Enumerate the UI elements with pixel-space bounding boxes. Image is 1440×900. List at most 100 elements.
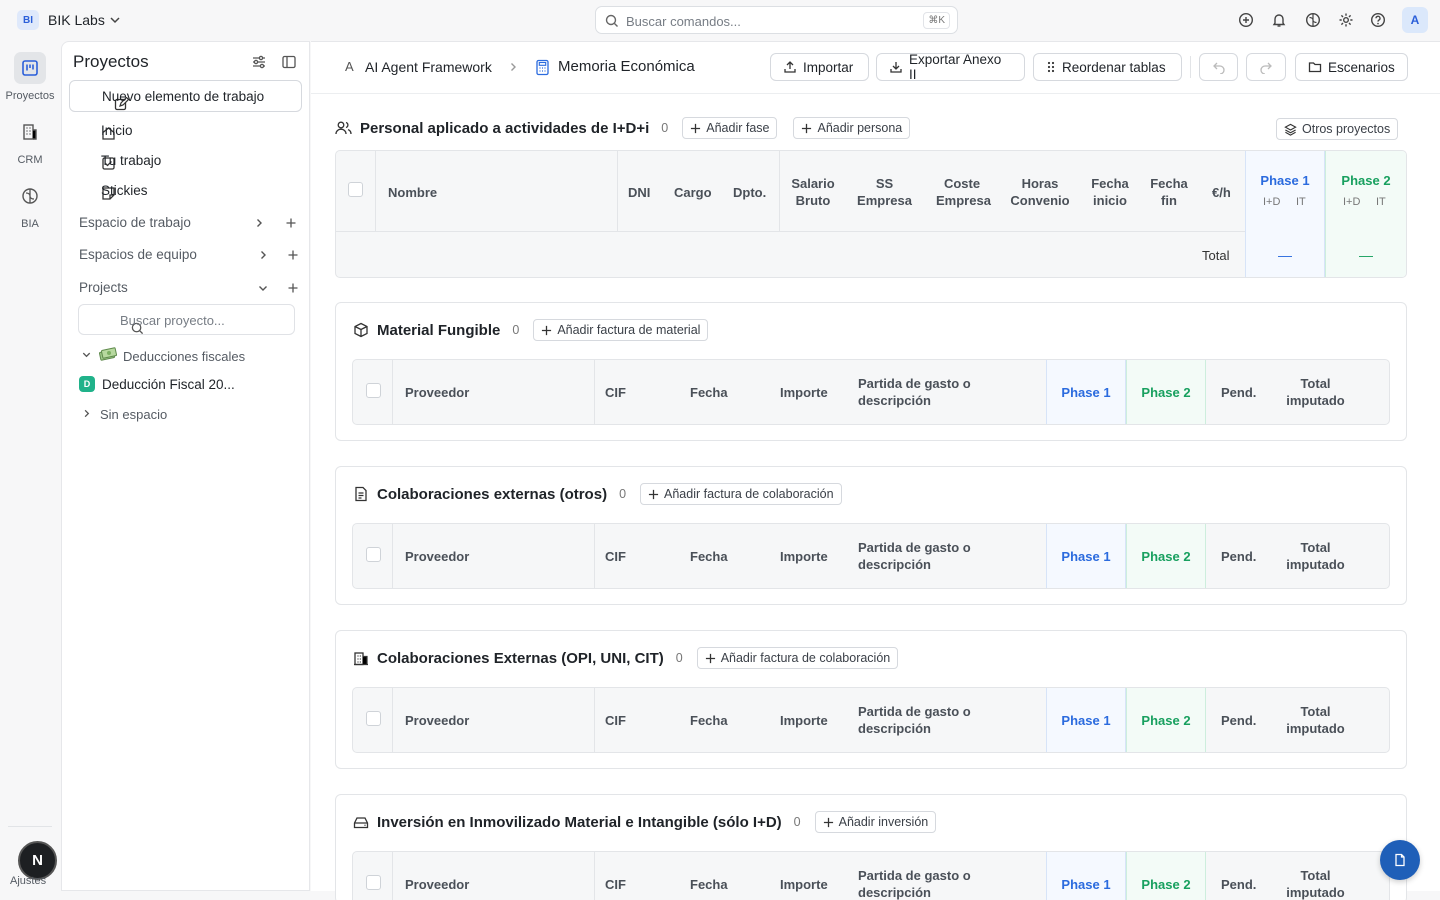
rail-item-bia[interactable]: BIA <box>0 180 60 230</box>
breadcrumb-project[interactable]: AI Agent Framework <box>365 59 492 75</box>
chevron-right-icon[interactable] <box>257 249 269 261</box>
user-avatar[interactable]: A <box>1402 7 1428 33</box>
column-header[interactable]: Proveedor <box>405 548 469 565</box>
other-projects-button[interactable]: Otros proyectos <box>1276 118 1399 140</box>
column-header[interactable]: Importe <box>780 712 828 729</box>
gear-icon[interactable] <box>1338 12 1354 28</box>
plus-icon[interactable] <box>287 282 299 294</box>
settings-label[interactable]: Ajustes <box>10 875 46 887</box>
chevron-down-icon[interactable] <box>108 13 122 27</box>
phase2-header[interactable]: Phase 2 <box>1127 876 1205 893</box>
column-header[interactable]: Cargo <box>674 184 712 201</box>
phase1-header[interactable]: Phase 1 <box>1047 548 1125 565</box>
phase1-header[interactable]: Phase 1 <box>1246 172 1324 189</box>
phase2-header[interactable]: Phase 2 <box>1127 384 1205 401</box>
column-header[interactable]: CIF <box>605 384 626 401</box>
rail-item-proyectos[interactable]: Proyectos <box>0 52 60 102</box>
column-header[interactable]: Partida de gasto o descripción <box>858 375 998 409</box>
column-header[interactable]: Salario Bruto <box>788 175 838 209</box>
column-header[interactable]: Pend. <box>1221 712 1256 729</box>
column-header[interactable]: Fecha <box>690 712 728 729</box>
phase1-header[interactable]: Phase 1 <box>1047 876 1125 893</box>
column-header[interactable]: Importe <box>780 384 828 401</box>
column-header[interactable]: Total imputado <box>1283 539 1348 573</box>
column-header[interactable]: Dpto. <box>733 184 766 201</box>
column-header[interactable]: €/h <box>1212 184 1231 201</box>
column-header[interactable]: CIF <box>605 876 626 893</box>
add-investment-button[interactable]: Añadir inversión <box>814 811 937 833</box>
column-header[interactable]: Fecha inicio <box>1087 175 1133 209</box>
column-header[interactable]: Horas Convenio <box>1009 175 1071 209</box>
project-search-input[interactable]: Buscar proyecto... <box>78 304 295 335</box>
chevron-down-icon[interactable] <box>81 349 92 360</box>
column-header[interactable]: Total imputado <box>1283 867 1348 900</box>
add-collaboration-invoice-button[interactable]: Añadir factura de colaboración <box>696 647 899 669</box>
sliders-icon[interactable] <box>251 54 267 70</box>
workspace-name[interactable]: BIK Labs <box>48 12 105 28</box>
rail-item-crm[interactable]: CRM <box>0 116 60 166</box>
column-header[interactable]: Pend. <box>1221 548 1256 565</box>
redo-button[interactable] <box>1246 53 1286 81</box>
column-header[interactable]: DNI <box>628 184 650 201</box>
chevron-down-icon[interactable] <box>257 282 269 294</box>
column-header[interactable]: Partida de gasto o descripción <box>858 539 998 573</box>
select-all-checkbox[interactable] <box>366 547 381 562</box>
column-header[interactable]: CIF <box>605 548 626 565</box>
phase1-header[interactable]: Phase 1 <box>1047 384 1125 401</box>
bell-icon[interactable] <box>1271 12 1287 28</box>
column-header[interactable]: Total imputado <box>1283 703 1348 737</box>
column-header[interactable]: Total imputado <box>1283 375 1348 409</box>
column-header[interactable]: Importe <box>780 876 828 893</box>
column-header[interactable]: Nombre <box>388 184 437 201</box>
column-header[interactable]: Fecha <box>690 876 728 893</box>
plus-icon[interactable] <box>287 249 299 261</box>
add-circle-icon[interactable] <box>1238 12 1254 28</box>
sidebar-item-stickies[interactable]: Stickies <box>78 180 298 202</box>
sidebar-toggle-icon[interactable] <box>281 54 297 70</box>
add-collaboration-invoice-button[interactable]: Añadir factura de colaboración <box>640 483 842 505</box>
column-header[interactable]: Fecha <box>690 384 728 401</box>
select-all-checkbox[interactable] <box>366 875 381 890</box>
column-header[interactable]: Coste Empresa <box>936 175 991 209</box>
export-button[interactable]: Exportar Anexo II <box>876 52 1025 82</box>
column-header[interactable]: Partida de gasto o descripción <box>858 703 998 737</box>
column-header[interactable]: SS Empresa <box>857 175 912 209</box>
new-work-item-button[interactable]: Nuevo elemento de trabajo <box>69 80 302 112</box>
add-person-button[interactable]: Añadir persona <box>793 117 911 139</box>
help-icon[interactable] <box>1370 12 1386 28</box>
sidebar-item-tu-trabajo[interactable]: Tu trabajo <box>78 150 298 172</box>
phase2-header[interactable]: Phase 2 <box>1127 548 1205 565</box>
import-button[interactable]: Importar <box>770 53 869 81</box>
column-header[interactable]: Proveedor <box>405 712 469 729</box>
tree-folder-deducciones[interactable]: Deducciones fiscales <box>81 346 291 366</box>
column-header[interactable]: Importe <box>780 548 828 565</box>
chevron-right-icon[interactable] <box>81 408 92 419</box>
reorder-tables-button[interactable]: Reordenar tablas <box>1033 53 1182 81</box>
tree-project-deduccion[interactable]: D Deducción Fiscal 20... <box>79 375 294 395</box>
command-search[interactable]: Buscar comandos... ⌘K <box>595 6 958 34</box>
column-header[interactable]: Proveedor <box>405 876 469 893</box>
brain-icon[interactable] <box>1305 12 1321 28</box>
column-header[interactable]: Proveedor <box>405 384 469 401</box>
column-header[interactable]: Fecha <box>690 548 728 565</box>
group-espacios-de-equipo[interactable]: Espacios de equipo <box>79 244 304 266</box>
select-all-checkbox[interactable] <box>348 182 363 197</box>
column-header[interactable]: Pend. <box>1221 876 1256 893</box>
select-all-checkbox[interactable] <box>366 711 381 726</box>
column-header[interactable]: CIF <box>605 712 626 729</box>
sidebar-item-inicio[interactable]: Inicio <box>78 120 298 142</box>
group-projects[interactable]: Projects <box>79 277 304 299</box>
add-phase-button[interactable]: Añadir fase <box>682 117 778 139</box>
undo-button[interactable] <box>1199 53 1238 81</box>
workspace-badge[interactable]: BI <box>17 10 39 30</box>
column-header[interactable]: Pend. <box>1221 384 1256 401</box>
tree-sin-espacio[interactable]: Sin espacio <box>81 405 281 425</box>
plus-icon[interactable] <box>285 217 297 229</box>
phase2-header[interactable]: Phase 2 <box>1127 712 1205 729</box>
select-all-checkbox[interactable] <box>366 383 381 398</box>
floating-action-button[interactable] <box>1380 840 1420 880</box>
group-espacio-de-trabajo[interactable]: Espacio de trabajo <box>79 212 304 234</box>
scenarios-button[interactable]: Escenarios <box>1295 53 1408 81</box>
column-header[interactable]: Partida de gasto o descripción <box>858 867 998 900</box>
chevron-right-icon[interactable] <box>253 217 265 229</box>
